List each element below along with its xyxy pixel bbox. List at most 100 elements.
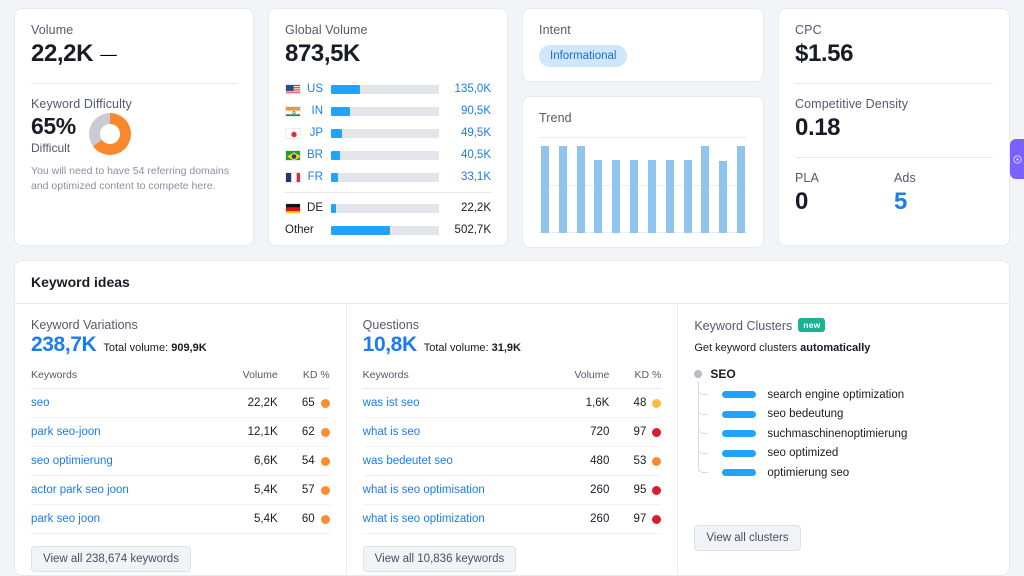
kd-value: 57 (301, 484, 315, 496)
volume-value: 135,0K (454, 83, 491, 95)
cpc-label: CPC (795, 23, 822, 37)
trend-bar (683, 159, 692, 233)
kd-cell: 62 (277, 417, 330, 447)
keyword-link[interactable]: was bedeutet seo (363, 455, 453, 467)
keyword-difficulty-rating: Difficult (31, 141, 71, 155)
keyword-link[interactable]: seo (31, 397, 50, 409)
volume-label: Volume (31, 23, 74, 37)
questions-table: Keywords Volume KD % was ist seo 1,6K 48 wh… (362, 369, 662, 534)
ads-value[interactable]: 5 (894, 187, 993, 217)
keyword-difficulty-value: 65% (31, 113, 76, 139)
table-row: was bedeutet seo 480 53 (362, 446, 662, 476)
trend-bar (576, 145, 585, 233)
trend-label: Trend (539, 111, 572, 125)
kd-status-dot-icon (652, 456, 662, 466)
kd-status-dot-icon (652, 427, 662, 437)
kd-cell: 97 (609, 504, 662, 534)
volume-bar-track (331, 106, 439, 116)
volume-card: Volume 22,2K Keyword Difficulty 65% Diff… (14, 8, 254, 246)
country-code[interactable]: BR (301, 149, 331, 161)
cluster-item[interactable]: suchmaschinenoptimierung (698, 424, 993, 444)
cluster-item[interactable]: seo bedeutung (698, 404, 993, 425)
country-code[interactable]: FR (301, 171, 331, 183)
cluster-root[interactable]: SEO (694, 367, 993, 381)
keyword-cell: what is seo optimisation (362, 475, 548, 505)
country-code: Other (285, 224, 314, 236)
questions-section: Questions 10,8K Total volume: 31,9K Keyw… (345, 304, 678, 576)
country-code[interactable]: US (301, 83, 331, 95)
kd-value: 54 (301, 455, 315, 467)
col-header-keywords: Keywords (362, 369, 548, 389)
kd-cell: 54 (277, 446, 330, 476)
ads-metric: Ads 5 (894, 171, 993, 217)
trend-bar (630, 159, 639, 233)
global-volume-row: FR 33,1K (285, 166, 491, 188)
cluster-item[interactable]: optimierung seo (698, 463, 993, 483)
volume-cell: 720 (547, 417, 610, 447)
de-flag (285, 202, 301, 214)
intent-card: Intent Informational (522, 8, 764, 82)
trend-bar (719, 160, 728, 233)
keyword-link[interactable]: seo optimierung (31, 455, 113, 467)
volume-bar-track (331, 128, 439, 138)
table-row: was ist seo 1,6K 48 (362, 388, 662, 418)
divider (795, 157, 993, 158)
pla-label: PLA (795, 171, 819, 185)
table-row: what is seo optimization 260 97 (362, 504, 662, 534)
difficulty-donut-chart (88, 113, 131, 155)
keyword-link[interactable]: what is seo optimisation (363, 484, 485, 496)
tree-elbow-icon (698, 424, 709, 434)
cluster-item-label: seo bedeutung (767, 408, 844, 421)
keyword-link[interactable]: what is seo (363, 426, 421, 438)
kd-cell: 60 (277, 504, 330, 534)
overview-metrics-row: Volume 22,2K Keyword Difficulty 65% Diff… (14, 8, 1010, 248)
keyword-link[interactable]: park seo-joon (31, 426, 101, 438)
country-code: DE (307, 202, 323, 214)
cluster-item-label: suchmaschinenoptimierung (767, 427, 908, 440)
competitive-density-value: 0.18 (795, 114, 841, 141)
view-all-variations-button[interactable]: View all 238,674 keywords (31, 546, 191, 572)
volume-value: 22,2K (31, 39, 237, 69)
feedback-side-tab[interactable] (1010, 139, 1024, 179)
intent-badge[interactable]: Informational (539, 45, 628, 67)
cluster-item-label: search engine optimization (767, 388, 905, 401)
table-row: seo optimierung 6,6K 54 (31, 446, 330, 476)
cluster-volume-bar (722, 469, 757, 477)
cluster-item-label: seo optimized (767, 447, 839, 460)
trend-bar (612, 159, 621, 233)
keyword-variations-title: Keyword Variations (31, 318, 138, 332)
global-volume-value: 873,5K (285, 40, 360, 67)
table-row: seo 22,2K 65 (31, 388, 330, 418)
volume-bar-track (331, 84, 439, 94)
view-all-clusters-button[interactable]: View all clusters (694, 525, 801, 551)
country-code[interactable]: JP (301, 127, 331, 139)
keyword-link[interactable]: park seo joon (31, 513, 100, 525)
keyword-link[interactable]: actor park seo joon (31, 484, 129, 496)
pla-value: 0 (795, 188, 808, 215)
trend-bar (665, 159, 674, 233)
country-code[interactable]: IN (301, 105, 331, 117)
keyword-variations-section: Keyword Variations 238,7K Total volume: … (15, 304, 346, 576)
volume-bar-track (331, 150, 439, 160)
volume-cell: 480 (547, 446, 610, 476)
keyword-link[interactable]: was ist seo (363, 397, 420, 409)
keyword-link[interactable]: what is seo optimization (363, 513, 485, 525)
tree-elbow-icon (698, 463, 709, 473)
keyword-variations-total: Total volume: 909,9K (103, 342, 207, 354)
kd-value: 48 (633, 397, 647, 409)
volume-cell: 1,6K (547, 388, 610, 418)
keyword-cell: was bedeutet seo (362, 446, 548, 476)
cluster-root-dot-icon (694, 370, 703, 378)
keyword-variations-table: Keywords Volume KD % seo 22,2K 65 park seo-… (31, 369, 330, 534)
intent-trend-column: Intent Informational Trend (522, 8, 764, 248)
cluster-tree: SEO search engine optimization seo bedeut… (694, 367, 993, 483)
in-flag (285, 105, 301, 117)
cluster-item[interactable]: search engine optimization (698, 385, 993, 405)
questions-total: Total volume: 31,9K (423, 342, 521, 354)
cluster-item[interactable]: seo optimized (698, 443, 993, 464)
volume-cell: 260 (547, 475, 610, 505)
keyword-clusters-section: Keyword Clusters new Get keyword clusters… (677, 304, 1009, 576)
pla-metric: PLA 0 (795, 171, 894, 217)
trend-bar (541, 145, 549, 233)
view-all-questions-button[interactable]: View all 10,836 keywords (362, 546, 517, 572)
